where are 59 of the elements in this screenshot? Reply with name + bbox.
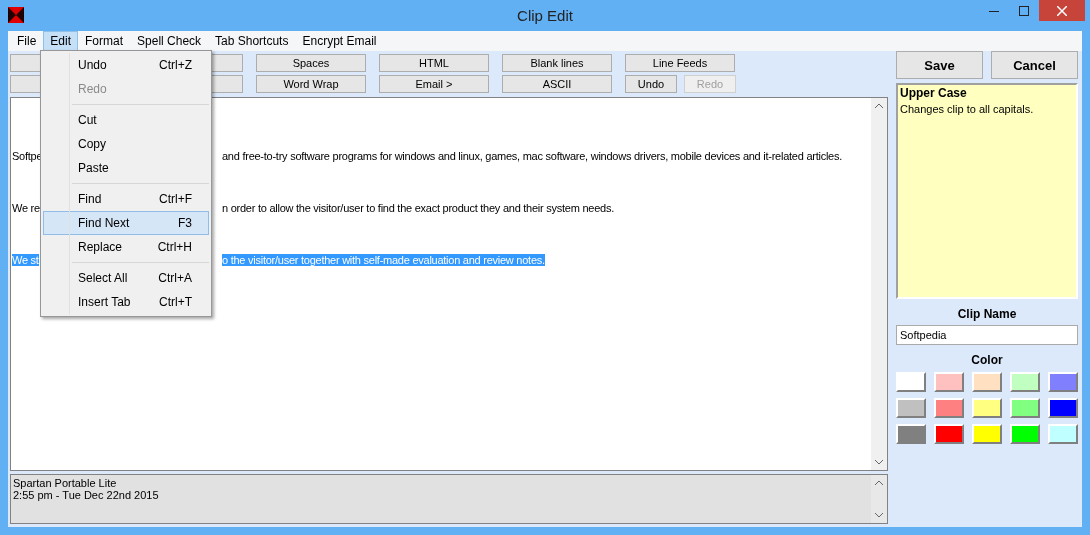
- menu-entry[interactable]: Select All Ctrl+A: [43, 266, 209, 290]
- menu-item[interactable]: Tab Shortcuts: [208, 31, 296, 51]
- color-swatch[interactable]: [896, 372, 926, 392]
- color-swatch[interactable]: [972, 398, 1002, 418]
- menu-entry[interactable]: Copy: [43, 132, 209, 156]
- close-button[interactable]: [1039, 0, 1085, 21]
- text-line-start: We st: [12, 254, 39, 266]
- text-line-end: o the visitor/user together with self-made evaluation and review notes.: [222, 254, 545, 266]
- toolbar-button[interactable]: HTML: [379, 54, 489, 72]
- color-swatch[interactable]: [972, 372, 1002, 392]
- color-swatch[interactable]: [896, 424, 926, 444]
- toolbar-button[interactable]: Spaces: [256, 54, 366, 72]
- color-swatch[interactable]: [1048, 424, 1078, 444]
- toolbar-button[interactable]: Blank lines: [502, 54, 612, 72]
- menu-entry[interactable]: Paste: [43, 156, 209, 180]
- menu-entry[interactable]: Undo Ctrl+Z: [43, 53, 209, 77]
- help-title: Upper Case: [900, 86, 968, 100]
- window-title: Clip Edit: [517, 7, 573, 24]
- menu-item[interactable]: Spell Check: [130, 31, 209, 51]
- menu-item[interactable]: Encrypt Email: [295, 31, 384, 51]
- menu-entry[interactable]: Replace Ctrl+H: [43, 235, 209, 259]
- menu-item[interactable]: Edit: [43, 31, 79, 51]
- color-label: Color: [971, 353, 1003, 367]
- status-text: Spartan Portable Lite: [13, 477, 118, 489]
- toolbar-button[interactable]: Undo: [625, 75, 677, 93]
- color-swatch[interactable]: [1010, 424, 1040, 444]
- scrollbar[interactable]: [871, 475, 887, 523]
- color-swatch[interactable]: [934, 424, 964, 444]
- toolbar-button[interactable]: Line Feeds: [625, 54, 735, 72]
- color-swatch[interactable]: [896, 398, 926, 418]
- color-swatch[interactable]: [1048, 372, 1078, 392]
- clip-name-label: Clip Name: [957, 307, 1017, 321]
- text-line-end: and free-to-try software programs for windows and linux, games, mac software, windows drivers, mobile devices and it-related articles.: [222, 150, 843, 162]
- color-swatch[interactable]: [934, 372, 964, 392]
- menu-entry[interactable]: Insert Tab Ctrl+T: [43, 290, 209, 314]
- color-swatch[interactable]: [1010, 398, 1040, 418]
- menu-item[interactable]: Format: [78, 31, 131, 51]
- toolbar-button[interactable]: Email >: [379, 75, 489, 93]
- status-text: 2:55 pm - Tue Dec 22nd 2015: [13, 489, 160, 501]
- clip-name-field[interactable]: Softpedia: [896, 325, 1078, 345]
- color-swatch[interactable]: [972, 424, 1002, 444]
- action-button[interactable]: Cancel: [991, 51, 1078, 79]
- maximize-icon: [1019, 5, 1029, 16]
- menu-entry[interactable]: Cut: [43, 108, 209, 132]
- scrollbar[interactable]: [871, 98, 887, 470]
- text-line-start: We re: [12, 202, 40, 214]
- menu-item[interactable]: File: [10, 31, 44, 51]
- action-button[interactable]: Save: [896, 51, 983, 79]
- help-text: Changes clip to all capitals.: [900, 103, 1035, 115]
- text-line-end: n order to allow the visitor/user to find the exact product they and their system needs.: [222, 202, 614, 214]
- menu-entry[interactable]: Find Next F3: [43, 211, 209, 235]
- close-icon: [1057, 5, 1067, 16]
- menu-entry[interactable]: Find Ctrl+F: [43, 187, 209, 211]
- color-swatch[interactable]: [934, 398, 964, 418]
- app-icon: [8, 7, 24, 23]
- color-swatch[interactable]: [1010, 372, 1040, 392]
- toolbar-button[interactable]: ASCII: [502, 75, 612, 93]
- toolbar-button[interactable]: Word Wrap: [256, 75, 366, 93]
- color-swatch[interactable]: [1048, 398, 1078, 418]
